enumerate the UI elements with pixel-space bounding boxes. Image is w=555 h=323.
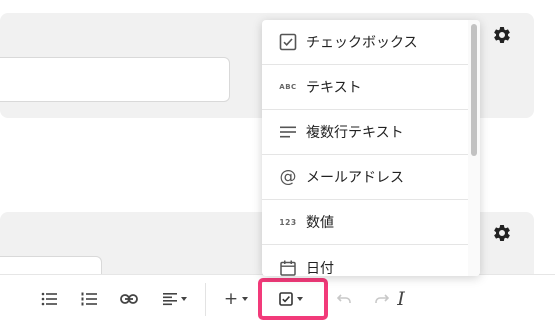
menu-item-label: テキスト (306, 80, 362, 96)
menu-item-label: 数値 (306, 215, 334, 231)
menu-item-text[interactable]: ABC テキスト (262, 65, 468, 110)
dropdown-scrollbar[interactable] (468, 20, 480, 276)
gear-icon[interactable] (492, 223, 512, 243)
numbered-list-icon (81, 292, 97, 306)
scrollbar-thumb[interactable] (471, 24, 477, 156)
question-text-input[interactable] (0, 57, 230, 102)
menu-item-label: 日付 (306, 260, 334, 277)
menu-item-label: チェックボックス (306, 35, 418, 51)
highlight-box (258, 278, 328, 320)
align-left-icon (163, 293, 177, 306)
undo-icon (337, 294, 351, 303)
insert-dropdown-button[interactable]: + (222, 289, 250, 309)
abc-text-icon: ABC (279, 83, 297, 91)
gear-icon[interactable] (492, 25, 512, 45)
italic-button[interactable]: I (394, 288, 408, 310)
menu-item-label: メールアドレス (306, 170, 404, 186)
number-icon: 123 (279, 217, 297, 227)
link-button[interactable] (119, 289, 139, 309)
numbered-list-button[interactable] (80, 289, 98, 309)
redo-icon (375, 294, 389, 303)
chevron-down-icon (181, 297, 187, 301)
menu-item-date[interactable]: 日付 (262, 245, 468, 276)
at-sign-icon: @ (279, 167, 297, 187)
calendar-icon (278, 258, 298, 277)
checkbox-icon (278, 32, 298, 52)
menu-item-multiline-text[interactable]: 複数行テキスト (262, 110, 468, 155)
field-type-dropdown-menu: チェックボックス ABC テキスト 複数行テキスト @ メールアドレス 123 … (262, 20, 480, 276)
undo-button[interactable] (336, 289, 352, 309)
plus-icon: + (223, 289, 239, 309)
bullet-list-icon (41, 292, 57, 306)
menu-item-label: 複数行テキスト (306, 125, 404, 141)
redo-button[interactable] (374, 289, 390, 309)
menu-item-number[interactable]: 123 数値 (262, 200, 468, 245)
chevron-down-icon (242, 297, 249, 301)
link-icon (120, 294, 138, 304)
menu-item-email[interactable]: @ メールアドレス (262, 155, 468, 200)
menu-item-checkbox[interactable]: チェックボックス (262, 20, 468, 65)
bullet-list-button[interactable] (40, 289, 58, 309)
multiline-text-icon (278, 122, 298, 142)
toolbar-divider (205, 283, 206, 316)
align-dropdown-button[interactable] (160, 289, 190, 309)
italic-icon: I (397, 288, 405, 310)
